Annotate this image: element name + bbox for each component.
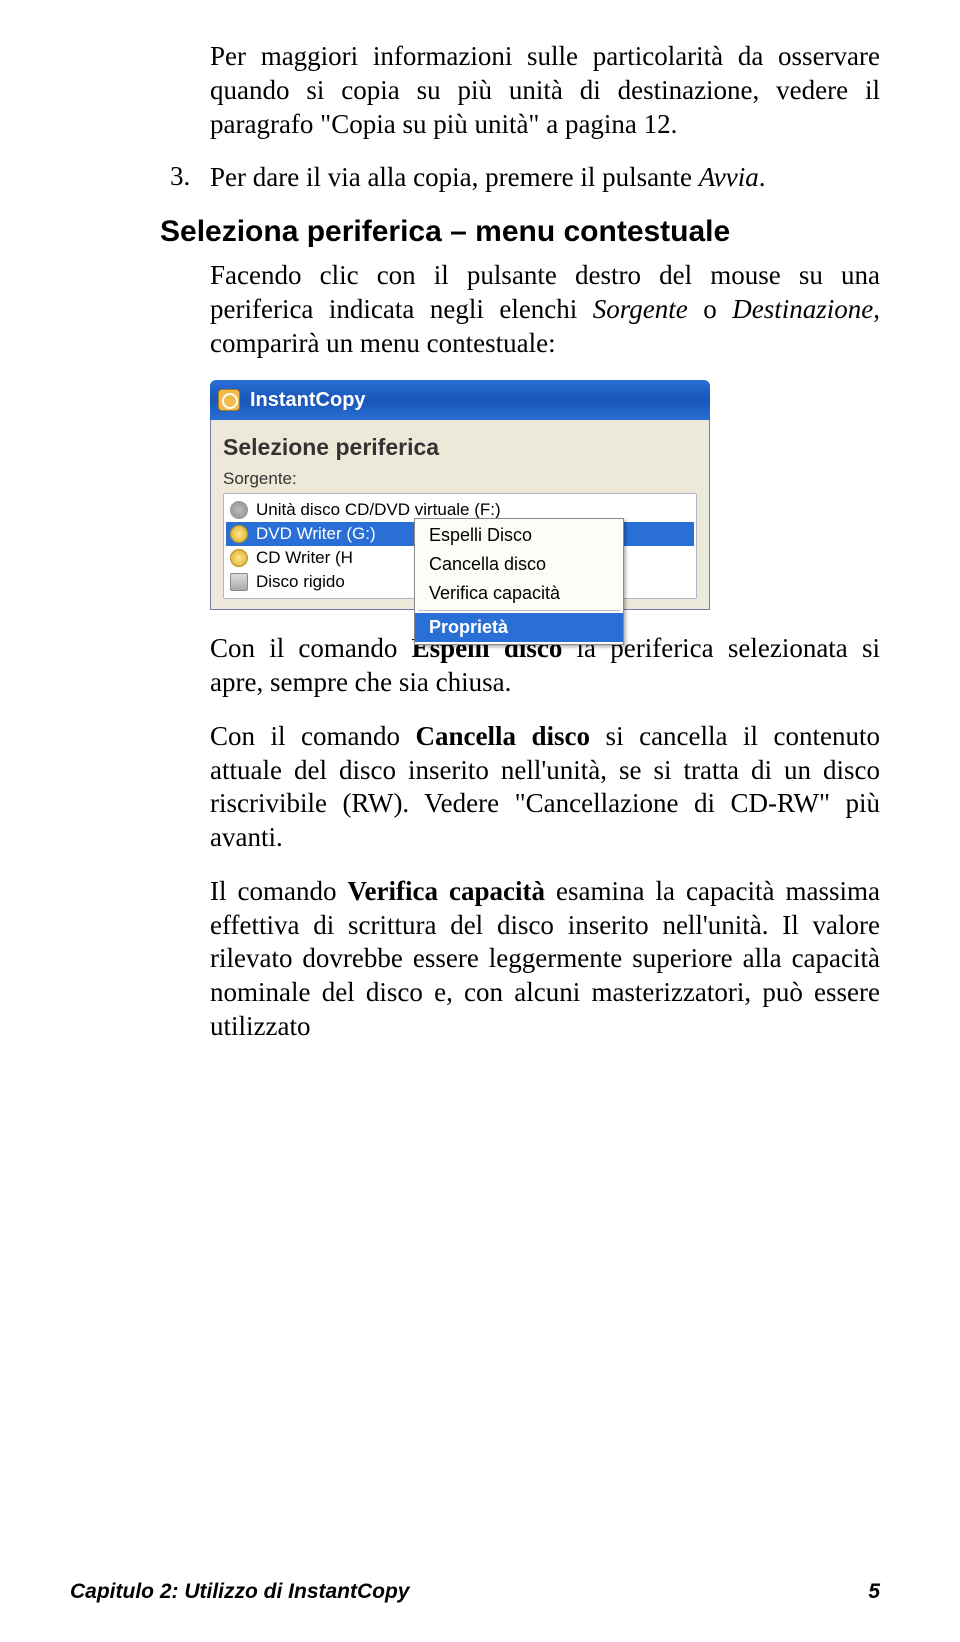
window-titlebar[interactable]: InstantCopy (210, 380, 710, 420)
step3-avvia: Avvia (699, 162, 759, 192)
page-footer: Capitulo 2: Utilizzo di InstantCopy 5 (70, 1580, 880, 1604)
heading-seleziona-periferica: Seleziona periferica – menu contestuale (160, 215, 880, 249)
p3-a: Con il comando (210, 633, 412, 663)
p5-verifica-capacita: Verifica capacità (348, 876, 545, 906)
ctx-verify-capacity[interactable]: Verifica capacità (415, 579, 623, 608)
window-body: Selezione periferica Sorgente: Unità dis… (210, 420, 710, 610)
window-title: InstantCopy (250, 389, 366, 412)
ctx-erase-disc[interactable]: Cancella disco (415, 550, 623, 579)
p5-a: Il comando (210, 876, 348, 906)
p2-sorgente: Sorgente (593, 294, 688, 324)
drive-virtual-icon (230, 501, 248, 519)
app-icon (218, 389, 240, 411)
source-listbox[interactable]: Unità disco CD/DVD virtuale (F:) DVD Wri… (223, 493, 697, 599)
list-item-label: Unità disco CD/DVD virtuale (F:) (256, 500, 501, 520)
context-menu: Espelli Disco Cancella disco Verifica ca… (414, 518, 624, 645)
list-item-label: Disco rigido (256, 572, 345, 592)
ctx-eject-disc[interactable]: Espelli Disco (415, 521, 623, 550)
ctx-separator (418, 610, 620, 611)
step3-text-a: Per dare il via alla copia, premere il p… (210, 162, 699, 192)
footer-chapter: Capitulo 2: Utilizzo di InstantCopy (70, 1580, 410, 1604)
paragraph-context-menu-intro: Facendo clic con il pulsante destro del … (210, 259, 880, 360)
groupbox-title: Selezione periferica (223, 434, 697, 461)
paragraph-verifica: Il comando Verifica capacità esamina la … (210, 875, 880, 1044)
screenshot-context-menu: InstantCopy Selezione periferica Sorgent… (210, 380, 710, 610)
footer-page-number: 5 (868, 1580, 880, 1604)
step-text: Per dare il via alla copia, premere il p… (210, 161, 880, 195)
drive-cd-icon (230, 549, 248, 567)
paragraph-intro: Per maggiori informazioni sulle particol… (210, 40, 880, 141)
list-item-label: CD Writer (H (256, 548, 353, 568)
drive-dvd-icon (230, 525, 248, 543)
drive-hdd-icon (230, 573, 248, 591)
source-label: Sorgente: (223, 469, 697, 489)
p4-a: Con il comando (210, 721, 416, 751)
ctx-properties[interactable]: Proprietà (415, 613, 623, 642)
step-number: 3. (170, 161, 210, 195)
paragraph-cancella: Con il comando Cancella disco si cancell… (210, 720, 880, 855)
p4-cancella-disco: Cancella disco (416, 721, 591, 751)
step-3: 3. Per dare il via alla copia, premere i… (170, 161, 880, 195)
list-item-label: DVD Writer (G:) (256, 524, 376, 544)
p2-destinazione: Destinazione (732, 294, 873, 324)
p2-c: o (688, 294, 732, 324)
step3-text-c: . (759, 162, 766, 192)
